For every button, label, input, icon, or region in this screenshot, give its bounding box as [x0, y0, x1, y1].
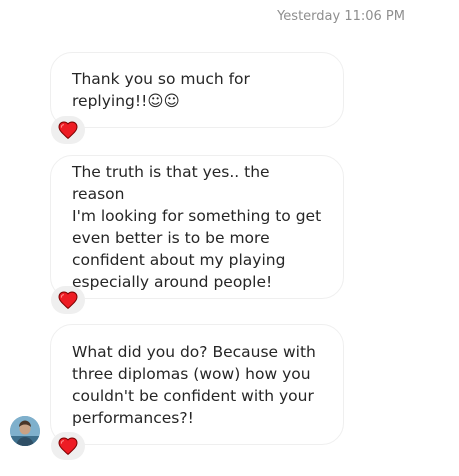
- message-timestamp: Yesterday 11:06 PM: [277, 9, 405, 24]
- message-text: What did you do? Because with three dipl…: [72, 342, 316, 427]
- message-bubble[interactable]: What did you do? Because with three dipl…: [50, 324, 344, 445]
- message-text: Thank you so much for replying!!☺☺: [72, 70, 250, 110]
- reaction-badge[interactable]: [51, 286, 85, 314]
- message-text: The truth is that yes.. the reason I'm l…: [72, 163, 322, 291]
- heart-icon: [58, 437, 78, 455]
- message-bubble[interactable]: The truth is that yes.. the reason I'm l…: [50, 155, 344, 299]
- heart-icon: [58, 121, 78, 139]
- reaction-badge[interactable]: [51, 116, 85, 144]
- heart-icon: [58, 291, 78, 309]
- profile-photo: [10, 416, 40, 446]
- avatar[interactable]: [10, 416, 40, 446]
- message-bubble[interactable]: Thank you so much for replying!!☺☺: [50, 52, 344, 128]
- reaction-badge[interactable]: [51, 432, 85, 460]
